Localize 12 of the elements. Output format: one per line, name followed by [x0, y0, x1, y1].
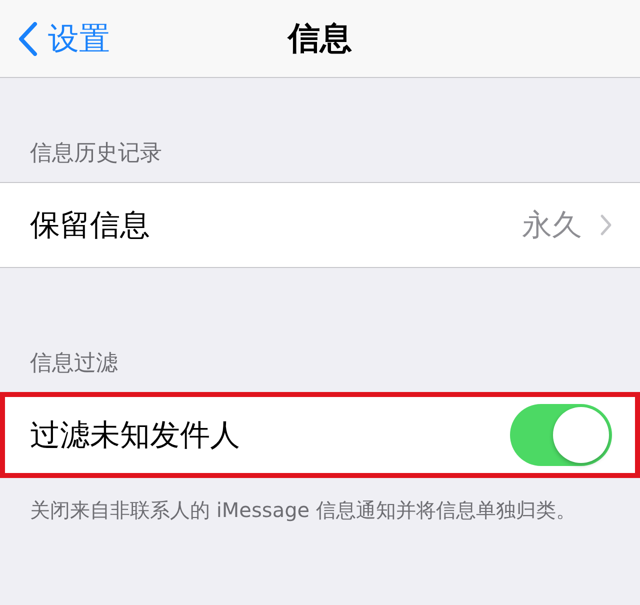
back-chevron-icon: [18, 22, 38, 56]
row-value: 永久: [522, 206, 582, 244]
section-header: 信息历史记录: [29, 140, 163, 168]
row-label: 保留信息: [30, 206, 150, 244]
row-label: 过滤未知发件人: [30, 416, 240, 454]
section-header: 信息过滤: [29, 350, 119, 378]
settings-row[interactable]: 过滤未知发件人: [0, 392, 640, 478]
settings-row[interactable]: 保留信息 永久: [0, 182, 640, 268]
section-footer: 关闭来自非联系人的 iMessage 信息通知并将信息单独归类。: [0, 478, 640, 525]
back-button[interactable]: 设置: [0, 18, 110, 60]
chevron-icon: [600, 214, 612, 236]
screen-title: 信息: [286, 18, 353, 58]
